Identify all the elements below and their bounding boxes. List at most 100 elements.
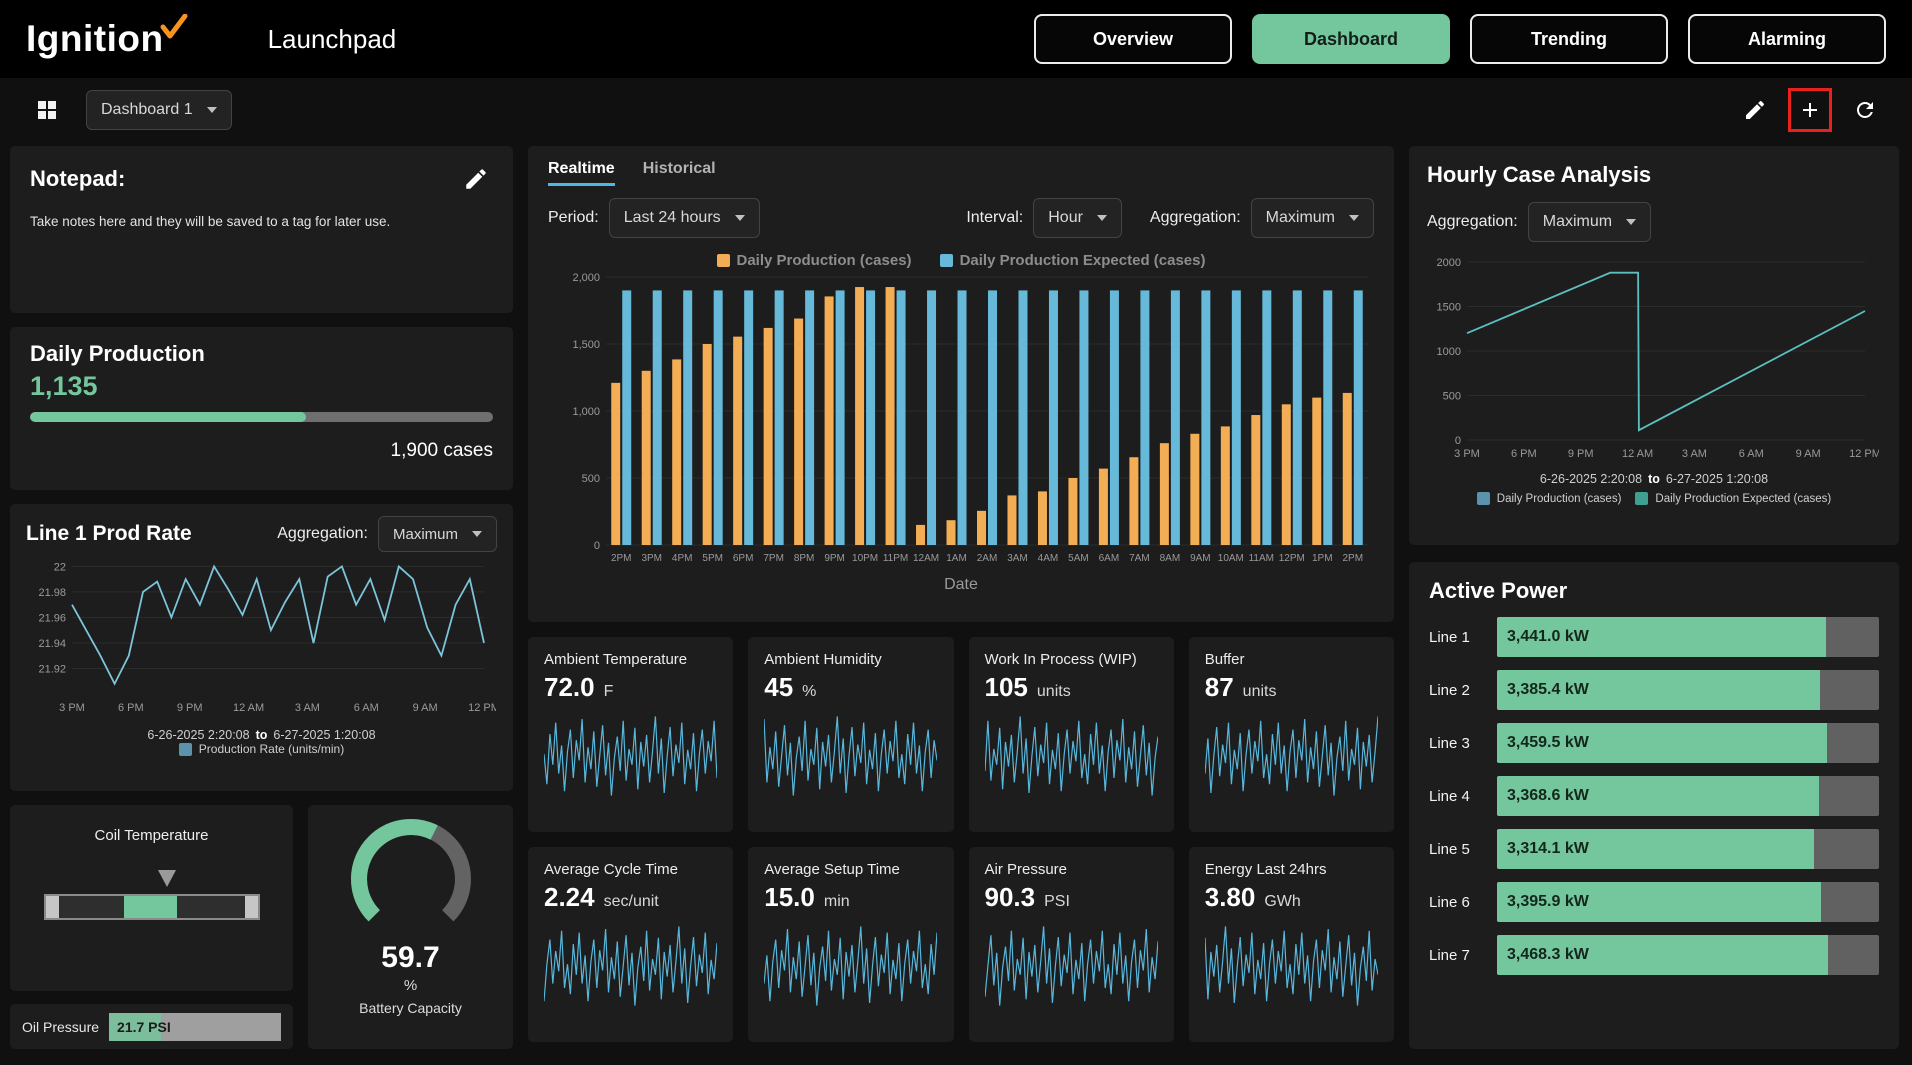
svg-text:0: 0: [1455, 435, 1461, 447]
svg-text:6PM: 6PM: [733, 553, 754, 564]
active-power-row: Line 1 3,441.0 kW: [1429, 617, 1879, 657]
svg-text:3 AM: 3 AM: [1682, 448, 1707, 460]
svg-text:7PM: 7PM: [763, 553, 784, 564]
hourly-aggregation-select[interactable]: Maximum: [1528, 202, 1651, 242]
toolbar-actions: [1734, 88, 1886, 132]
kpi-unit: units: [1037, 683, 1071, 701]
svg-text:12 AM: 12 AM: [1622, 448, 1653, 460]
active-power-bar: 3,468.3 kW: [1497, 935, 1879, 975]
daily-production-value: 1,135: [30, 371, 493, 402]
chart-tabs: Realtime Historical: [548, 160, 1374, 186]
line1-aggregation-select[interactable]: Maximum: [378, 516, 497, 552]
svg-text:21.92: 21.92: [38, 663, 66, 675]
notepad-card: Notepad: Take notes here and they will b…: [10, 146, 513, 313]
active-power-bar: 3,385.4 kW: [1497, 670, 1879, 710]
battery-value: 59.7: [381, 941, 439, 975]
hourly-title: Hourly Case Analysis: [1427, 162, 1881, 188]
progress-fill: [30, 412, 306, 422]
oil-pressure-card: Oil Pressure 21.7 PSI: [10, 1004, 293, 1049]
svg-text:12 AM: 12 AM: [233, 702, 264, 714]
coil-cap-left: [46, 896, 59, 918]
svg-text:1,500: 1,500: [572, 339, 600, 351]
add-widget-button[interactable]: [1792, 92, 1828, 128]
svg-text:5PM: 5PM: [702, 553, 723, 564]
dashboard-toolbar: Dashboard 1: [0, 78, 1912, 142]
nav-dashboard-button[interactable]: Dashboard: [1252, 14, 1450, 64]
svg-text:6 AM: 6 AM: [354, 702, 379, 714]
legend-swatch: [1635, 492, 1648, 505]
pencil-icon: [463, 166, 489, 192]
svg-text:500: 500: [582, 473, 600, 485]
svg-text:3PM: 3PM: [641, 553, 662, 564]
chevron-down-icon: [735, 215, 745, 221]
active-power-row: Line 3 3,459.5 kW: [1429, 723, 1879, 763]
sparkline-chart: [1205, 705, 1378, 805]
sparkline-chart: [985, 915, 1158, 1015]
svg-text:6 PM: 6 PM: [118, 702, 144, 714]
coil-cap-right: [245, 896, 258, 918]
svg-text:2AM: 2AM: [977, 553, 998, 564]
dashboard-select[interactable]: Dashboard 1: [86, 90, 232, 130]
active-power-row: Line 7 3,468.3 kW: [1429, 935, 1879, 975]
bar-chart-legend: Daily Production (cases) Daily Productio…: [548, 252, 1374, 269]
legend-item: Daily Production Expected (cases): [940, 252, 1206, 269]
hourly-aggregation-value: Maximum: [1543, 213, 1612, 231]
svg-text:2PM: 2PM: [611, 553, 632, 564]
legend-swatch: [1477, 492, 1490, 505]
chart-controls: Period: Last 24 hours Interval: Hour: [548, 198, 1374, 238]
line1-title: Line 1 Prod Rate: [26, 522, 192, 546]
active-power-row: Line 4 3,368.6 kW: [1429, 776, 1879, 816]
daily-production-target: 1,900 cases: [30, 440, 493, 462]
app-header: Ignition Launchpad Overview Dashboard Tr…: [0, 0, 1912, 78]
pencil-icon: [1743, 98, 1767, 122]
dashboard-grid-icon[interactable]: [26, 89, 68, 131]
notepad-edit-button[interactable]: [459, 162, 493, 196]
aggregation-label: Aggregation:: [1150, 209, 1241, 227]
svg-text:9 PM: 9 PM: [1568, 448, 1594, 460]
nav-overview-button[interactable]: Overview: [1034, 14, 1232, 64]
sparkline-chart: [764, 705, 937, 805]
chevron-down-icon: [1349, 215, 1359, 221]
kpi-card-average-cycle-time: Average Cycle Time 2.24sec/unit: [528, 847, 733, 1042]
svg-text:4PM: 4PM: [672, 553, 693, 564]
refresh-button[interactable]: [1844, 89, 1886, 131]
svg-text:1PM: 1PM: [1312, 553, 1333, 564]
sparkline-chart: [544, 915, 717, 1015]
active-power-row: Line 5 3,314.1 kW: [1429, 829, 1879, 869]
legend-item: Daily Production Expected (cases): [1635, 492, 1831, 505]
interval-select[interactable]: Hour: [1033, 198, 1122, 238]
legend-item: Production Rate (units/min): [179, 742, 344, 756]
chevron-down-icon: [1626, 219, 1636, 225]
aggregation-select[interactable]: Maximum: [1251, 198, 1374, 238]
daily-production-bar-chart: 05001,0001,5002,0002PM3PM4PM5PM6PM7PM8PM…: [548, 269, 1374, 571]
svg-text:21.94: 21.94: [38, 638, 66, 650]
plus-icon: [1798, 98, 1822, 122]
kpi-card-ambient-temperature: Ambient Temperature 72.0F: [528, 637, 733, 832]
dashboard-select-value: Dashboard 1: [101, 101, 193, 119]
period-select[interactable]: Last 24 hours: [609, 198, 760, 238]
period-value: Last 24 hours: [624, 209, 721, 227]
kpi-unit: F: [604, 683, 614, 701]
kpi-unit: min: [824, 893, 850, 911]
main-nav: Overview Dashboard Trending Alarming: [1034, 14, 1886, 64]
active-power-title: Active Power: [1429, 578, 1879, 604]
kpi-value: 2.24: [544, 882, 595, 913]
kpi-unit: GWh: [1264, 893, 1300, 911]
svg-text:11AM: 11AM: [1249, 553, 1274, 564]
active-power-bar: 3,314.1 kW: [1497, 829, 1879, 869]
kpi-value: 72.0: [544, 672, 595, 703]
nav-trending-button[interactable]: Trending: [1470, 14, 1668, 64]
tab-realtime[interactable]: Realtime: [548, 160, 615, 186]
edit-dashboard-button[interactable]: [1734, 89, 1776, 131]
nav-alarming-button[interactable]: Alarming: [1688, 14, 1886, 64]
svg-text:3 AM: 3 AM: [295, 702, 320, 714]
production-chart-card: Realtime Historical Period: Last 24 hour…: [528, 146, 1394, 622]
kpi-card-air-pressure: Air Pressure 90.3PSI: [969, 847, 1174, 1042]
svg-text:3AM: 3AM: [1007, 553, 1028, 564]
legend-item: Daily Production (cases): [1477, 492, 1622, 505]
bar-chart-xaxis-title: Date: [548, 576, 1374, 594]
kpi-card-energy-last-24hrs: Energy Last 24hrs 3.80GWh: [1189, 847, 1394, 1042]
hourly-legend: Daily Production (cases) Daily Productio…: [1427, 492, 1881, 505]
kpi-card-buffer: Buffer 87units: [1189, 637, 1394, 832]
tab-historical[interactable]: Historical: [643, 160, 716, 186]
